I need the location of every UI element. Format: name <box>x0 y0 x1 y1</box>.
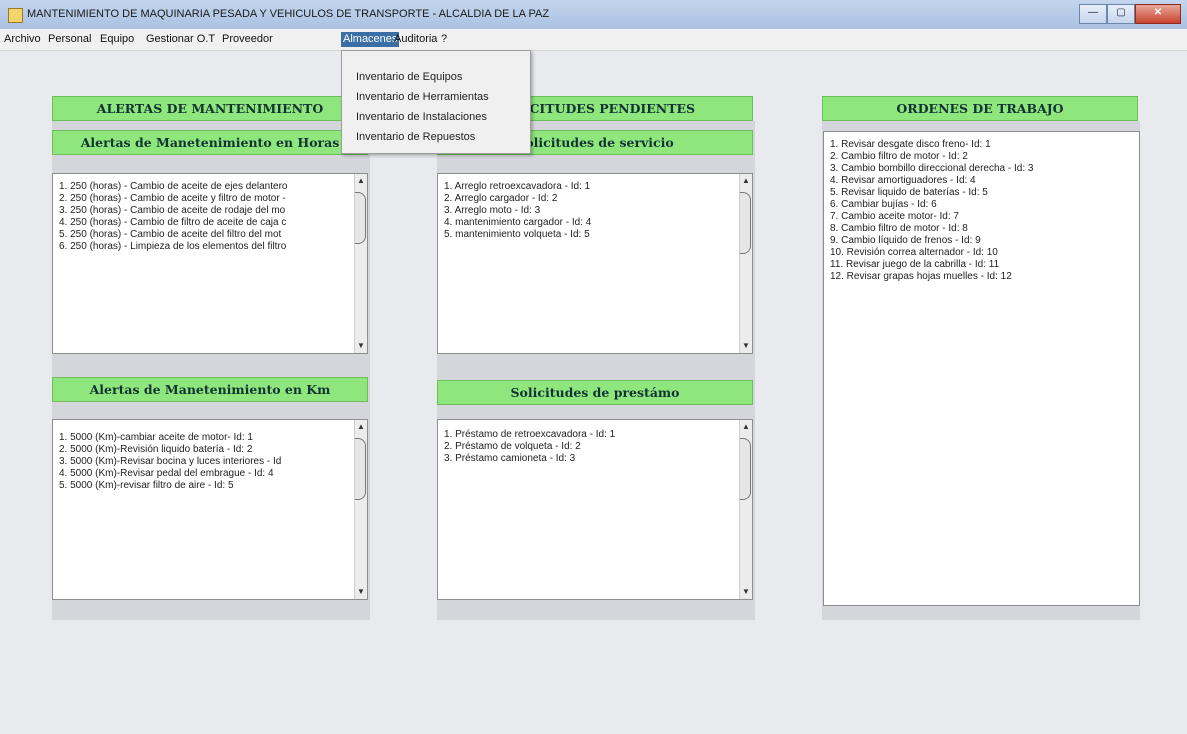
list-item[interactable]: 11. Revisar juego de la cabrilla - Id: 1… <box>830 259 999 270</box>
solicitudes-prestamo-header: Solicitudes de prestámo <box>437 380 753 405</box>
menu-help[interactable]: ? <box>439 32 449 47</box>
title-bar: MANTENIMIENTO DE MAQUINARIA PESADA Y VEH… <box>0 0 1187 30</box>
dropdown-item-inventario-equipos[interactable]: Inventario de Equipos <box>356 71 462 83</box>
menu-archivo[interactable]: Archivo <box>2 32 43 47</box>
vertical-scrollbar[interactable]: ▲ ▼ <box>354 420 367 599</box>
minimize-button[interactable]: — <box>1079 4 1107 24</box>
dropdown-item-inventario-repuestos[interactable]: Inventario de Repuestos <box>356 131 475 143</box>
list-item[interactable]: 4. mantenimiento cargador - Id: 4 <box>444 217 591 228</box>
alertas-horas-header: Alertas de Manetenimiento en Horas <box>52 130 368 155</box>
menu-personal[interactable]: Personal <box>46 32 93 47</box>
list-item[interactable]: 2. 250 (horas) - Cambio de aceite y filt… <box>59 193 286 204</box>
list-item[interactable]: 12. Revisar grapas hojas muelles - Id: 1… <box>830 271 1012 282</box>
scroll-down-arrow-icon[interactable]: ▼ <box>356 341 366 351</box>
list-item[interactable]: 4. 250 (horas) - Cambio de filtro de ace… <box>59 217 286 228</box>
scroll-thumb[interactable] <box>355 438 366 500</box>
window-title: MANTENIMIENTO DE MAQUINARIA PESADA Y VEH… <box>27 8 550 20</box>
menu-bar: Archivo Personal Equipo Gestionar O.T Pr… <box>0 29 1187 51</box>
list-item[interactable]: 2. Préstamo de volqueta - Id: 2 <box>444 441 581 452</box>
menu-auditoria[interactable]: Auditoria <box>392 32 439 47</box>
scroll-thumb[interactable] <box>355 192 366 244</box>
scroll-up-arrow-icon[interactable]: ▲ <box>356 176 366 186</box>
list-item[interactable]: 2. Cambio filtro de motor - Id: 2 <box>830 151 968 162</box>
maximize-button[interactable]: ▢ <box>1107 4 1135 24</box>
almacenes-dropdown: Inventario de Equipos Inventario de Herr… <box>341 50 531 154</box>
alertas-km-list[interactable]: 1. 5000 (Km)-cambiar aceite de motor- Id… <box>52 419 368 600</box>
solicitudes-prestamo-list[interactable]: 1. Préstamo de retroexcavadora - Id: 1 2… <box>437 419 753 600</box>
list-item[interactable]: 1. Revisar desgate disco freno- Id: 1 <box>830 139 991 150</box>
list-item[interactable]: 9. Cambio líquido de frenos - Id: 9 <box>830 235 981 246</box>
list-item[interactable]: 5. 5000 (Km)-revisar filtro de aire - Id… <box>59 480 234 491</box>
list-item[interactable]: 6. 250 (horas) - Limpieza de los element… <box>59 241 286 252</box>
list-item[interactable]: 5. 250 (horas) - Cambio de aceite del fi… <box>59 229 281 240</box>
list-item[interactable]: 3. 250 (horas) - Cambio de aceite de rod… <box>59 205 285 216</box>
list-item[interactable]: 1. Arreglo retroexcavadora - Id: 1 <box>444 181 590 192</box>
list-item[interactable]: 3. 5000 (Km)-Revisar bocina y luces inte… <box>59 456 281 467</box>
vertical-scrollbar[interactable]: ▲ ▼ <box>739 420 752 599</box>
list-item[interactable]: 4. 5000 (Km)-Revisar pedal del embrague … <box>59 468 274 479</box>
scroll-down-arrow-icon[interactable]: ▼ <box>356 587 366 597</box>
list-item[interactable]: 3. Préstamo camioneta - Id: 3 <box>444 453 575 464</box>
vertical-scrollbar[interactable]: ▲ ▼ <box>354 174 367 353</box>
menu-proveedor[interactable]: Proveedor <box>220 32 275 47</box>
app-icon <box>8 8 23 23</box>
list-item[interactable]: 5. Revisar liquido de baterías - Id: 5 <box>830 187 988 198</box>
list-item[interactable]: 1. 5000 (Km)-cambiar aceite de motor- Id… <box>59 432 253 443</box>
list-item[interactable]: 10. Revisión correa alternador - Id: 10 <box>830 247 998 258</box>
ordenes-header: ORDENES DE TRABAJO <box>822 96 1138 121</box>
list-item[interactable]: 7. Cambio aceite motor- Id: 7 <box>830 211 959 222</box>
scroll-up-arrow-icon[interactable]: ▲ <box>356 422 366 432</box>
list-item[interactable]: 5. mantenimiento volqueta - Id: 5 <box>444 229 590 240</box>
list-item[interactable]: 2. 5000 (Km)-Revisión liquido batería - … <box>59 444 252 455</box>
alertas-header: ALERTAS DE MANTENIMIENTO <box>52 96 368 121</box>
dropdown-item-inventario-instalaciones[interactable]: Inventario de Instalaciones <box>356 111 487 123</box>
scroll-thumb[interactable] <box>740 438 751 500</box>
scroll-up-arrow-icon[interactable]: ▲ <box>741 422 751 432</box>
menu-equipo[interactable]: Equipo <box>98 32 136 47</box>
window-controls: — ▢ ✕ <box>1079 4 1181 24</box>
list-item[interactable]: 6. Cambiar bujías - Id: 6 <box>830 199 937 210</box>
scroll-up-arrow-icon[interactable]: ▲ <box>741 176 751 186</box>
close-button[interactable]: ✕ <box>1135 4 1181 24</box>
list-item[interactable]: 8. Cambio filtro de motor - Id: 8 <box>830 223 968 234</box>
vertical-scrollbar[interactable]: ▲ ▼ <box>739 174 752 353</box>
list-item[interactable]: 3. Cambio bombillo direccional derecha -… <box>830 163 1033 174</box>
scroll-thumb[interactable] <box>740 192 751 254</box>
list-item[interactable]: 3. Arreglo moto - Id: 3 <box>444 205 540 216</box>
alertas-horas-list[interactable]: 1. 250 (horas) - Cambio de aceite de eje… <box>52 173 368 354</box>
scroll-down-arrow-icon[interactable]: ▼ <box>741 587 751 597</box>
list-item[interactable]: 4. Revisar amortiguadores - Id: 4 <box>830 175 976 186</box>
list-item[interactable]: 1. 250 (horas) - Cambio de aceite de eje… <box>59 181 287 192</box>
solicitudes-servicio-list[interactable]: 1. Arreglo retroexcavadora - Id: 1 2. Ar… <box>437 173 753 354</box>
alertas-km-header: Alertas de Manetenimiento en Km <box>52 377 368 402</box>
list-item[interactable]: 2. Arreglo cargador - Id: 2 <box>444 193 557 204</box>
menu-gestionar-ot[interactable]: Gestionar O.T <box>144 32 217 47</box>
scroll-down-arrow-icon[interactable]: ▼ <box>741 341 751 351</box>
dropdown-item-inventario-herramientas[interactable]: Inventario de Herramientas <box>356 91 489 103</box>
menu-almacenes[interactable]: Almacenes <box>341 32 400 47</box>
ordenes-list[interactable]: 1. Revisar desgate disco freno- Id: 1 2.… <box>823 131 1140 606</box>
list-item[interactable]: 1. Préstamo de retroexcavadora - Id: 1 <box>444 429 615 440</box>
